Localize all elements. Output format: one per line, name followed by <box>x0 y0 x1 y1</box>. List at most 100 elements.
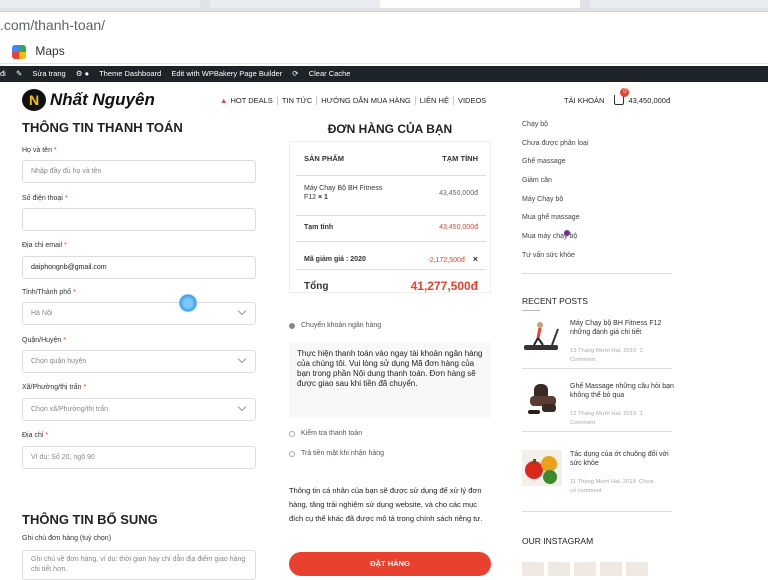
category-link[interactable]: Chưa được phân loại <box>522 140 589 147</box>
total-row: Tổng 41,277,500đ <box>304 279 478 293</box>
recent-posts-title: RECENT POSTS <box>522 296 588 306</box>
divider <box>296 215 486 216</box>
post-title[interactable]: Tác dụng của ớt chuông đối với sức khỏe <box>570 450 674 468</box>
post-meta: 13 Tháng Mười Hai, 2019 1 Comment <box>570 348 643 363</box>
browser-tab-active[interactable] <box>380 0 580 8</box>
district-label: Quận/Huyện * <box>22 337 66 344</box>
url-text: .com/thanh-toan/ <box>0 17 106 33</box>
nav-lien-he[interactable]: LIÊN HỆ <box>416 95 454 105</box>
email-input[interactable]: daiphongnb@gmail.com <box>22 256 256 279</box>
col-product: SẢN PHẨM <box>304 154 345 163</box>
bookmarks-bar: Maps <box>0 38 768 64</box>
cursor-dot <box>564 230 570 236</box>
coupon-label: Mã giảm giá : 2020 <box>304 255 366 263</box>
order-header-row: SẢN PHẨM TẠM TÍNH <box>304 154 478 163</box>
nav-videos[interactable]: VIDEOS <box>454 96 490 105</box>
subtotal-row: Tạm tính 43,450,000đ <box>304 224 478 231</box>
cart-icon[interactable]: 0 <box>614 88 630 105</box>
address-bar[interactable]: .com/thanh-toan/ <box>0 12 768 38</box>
instagram-thumb[interactable] <box>548 562 570 576</box>
instagram-thumb[interactable] <box>522 562 544 576</box>
place-order-button[interactable]: ĐẶT HÀNG <box>289 552 491 576</box>
logo-icon: N <box>22 89 46 111</box>
district-select[interactable]: Chọn quận huyện <box>22 350 256 373</box>
instagram-thumb[interactable] <box>626 562 648 576</box>
post-title[interactable]: Máy Chạy bộ BH Fitness F12 những đánh gi… <box>570 319 674 337</box>
pay-option-bank[interactable]: Chuyển khoản ngân hàng <box>289 322 381 329</box>
col-subtotal: TẠM TÍNH <box>442 154 478 163</box>
instagram-thumb[interactable] <box>600 562 622 576</box>
browser-tabstrip <box>0 0 768 12</box>
admin-clear-cache[interactable]: Clear Cache <box>309 69 351 78</box>
nav-tin-tuc[interactable]: TIN TỨC <box>278 95 318 105</box>
logo-text: Nhất Nguyên <box>50 90 155 109</box>
chevron-down-icon <box>237 402 247 412</box>
browser-tab[interactable] <box>590 0 768 8</box>
address-input[interactable]: Ví dụ: Số 20, ngõ 90 <box>22 446 256 469</box>
subtotal-value: 43,450,000đ <box>439 224 478 231</box>
bank-description: Thực hiện thanh toán vào ngay tài khoản … <box>289 342 491 418</box>
dashboard-icon: ⚙ ● <box>75 69 90 78</box>
pencil-icon: ✎ <box>15 69 23 78</box>
order-table: SẢN PHẨM TẠM TÍNH Máy Chạy Bộ BH Fitness… <box>289 141 491 293</box>
nav-hot-deals[interactable]: ▲ HOT DEALS <box>216 95 278 105</box>
address-label: Địa chỉ * <box>22 432 49 439</box>
province-select[interactable]: Hà Nội <box>22 302 256 325</box>
admin-item[interactable]: đi <box>0 69 6 78</box>
post-thumbnail[interactable] <box>522 450 562 486</box>
order-item-row: Máy Chạy Bộ BH Fitness F12 × 1 43,450,00… <box>304 184 478 202</box>
recent-post[interactable]: Máy Chạy bộ BH Fitness F12 những đánh gi… <box>522 319 674 363</box>
recent-post[interactable]: Ghế Massage những câu hỏi bạn không thể … <box>522 382 674 426</box>
account-link[interactable]: TÀI KHOẢN <box>564 96 604 105</box>
pay-option-cod[interactable]: Trả tiền mặt khi nhận hàng <box>289 450 384 457</box>
recent-post[interactable]: Tác dụng của ớt chuông đối với sức khỏe … <box>522 450 674 494</box>
site-logo[interactable]: N Nhất Nguyên <box>22 88 155 112</box>
fullname-input[interactable]: Nhập đầy đủ họ và tên <box>22 160 256 183</box>
province-label: Tỉnh/Thành phố * <box>22 289 76 296</box>
category-link[interactable]: Giảm cân <box>522 177 552 184</box>
category-link[interactable]: Chạy bộ <box>522 121 548 128</box>
total-label: Tổng <box>304 280 329 292</box>
post-thumbnail[interactable] <box>522 382 562 418</box>
bookmark-maps[interactable]: Maps <box>35 44 64 58</box>
instagram-thumb[interactable] <box>574 562 596 576</box>
category-link[interactable]: Ghế massage <box>522 158 566 165</box>
instagram-title: OUR INSTAGRAM <box>522 536 594 546</box>
post-meta: 12 Tháng Mười Hai, 2019 1 Comment <box>570 411 643 426</box>
browser-tab[interactable] <box>0 0 200 8</box>
fullname-label: Họ và tên * <box>22 147 57 154</box>
pay-option-check[interactable]: Kiểm tra thanh toán <box>289 430 362 437</box>
fire-icon: ▲ <box>220 95 228 105</box>
ward-label: Xã/Phường/thị trấn * <box>22 384 87 391</box>
ward-select[interactable]: Chọn xã/Phường/thị trấn <box>22 398 256 421</box>
extra-title: THÔNG TIN BỔ SUNG <box>22 512 158 527</box>
admin-wpbakery[interactable]: Edit with WPBakery Page Builder <box>171 69 282 78</box>
wp-admin-bar: đi ✎ Sửa trang ⚙ ● Theme Dashboard Edit … <box>0 66 768 82</box>
total-value: 41,277,500đ <box>410 279 478 293</box>
post-title[interactable]: Ghế Massage những câu hỏi bạn không thể … <box>570 382 674 400</box>
product-price: 43,450,000đ <box>439 190 478 197</box>
note-label: Ghi chú đơn hàng (tuỳ chọn) <box>22 535 112 542</box>
maps-icon <box>12 44 26 59</box>
nav-huong-dan[interactable]: HƯỚNG DẪN MUA HÀNG <box>317 95 416 105</box>
remove-coupon-button[interactable]: × <box>473 254 478 264</box>
billing-title: THÔNG TIN THANH TOÁN <box>22 120 183 135</box>
category-link[interactable]: Máy Chạy bộ <box>522 196 563 203</box>
radio[interactable] <box>289 430 295 437</box>
post-meta: 11 Tháng Mười Hai, 2019 Chưa có comment <box>570 479 654 494</box>
order-title: ĐƠN HÀNG CỦA BẠN <box>327 122 453 136</box>
site-header: N Nhất Nguyên ▲ HOT DEALS TIN TỨC HƯỚNG D… <box>0 82 768 118</box>
admin-edit-page[interactable]: Sửa trang <box>32 69 65 78</box>
cart-total[interactable]: 43,450,000đ <box>628 96 670 105</box>
divider <box>296 175 486 176</box>
category-link[interactable]: Mua ghế massage <box>522 214 580 221</box>
radio[interactable] <box>289 450 295 457</box>
coupon-row: Mã giảm giá : 2020 -2,172,500đ × <box>304 254 478 264</box>
admin-theme-dashboard[interactable]: Theme Dashboard <box>99 69 161 78</box>
category-link[interactable]: Tư vấn sức khỏe <box>522 252 575 259</box>
sidebar: Chạy bộ Chưa được phân loại Ghế massage … <box>522 118 674 576</box>
phone-input[interactable] <box>22 208 256 231</box>
post-thumbnail[interactable] <box>522 319 562 355</box>
radio-selected[interactable] <box>289 322 295 329</box>
divider <box>522 273 672 274</box>
